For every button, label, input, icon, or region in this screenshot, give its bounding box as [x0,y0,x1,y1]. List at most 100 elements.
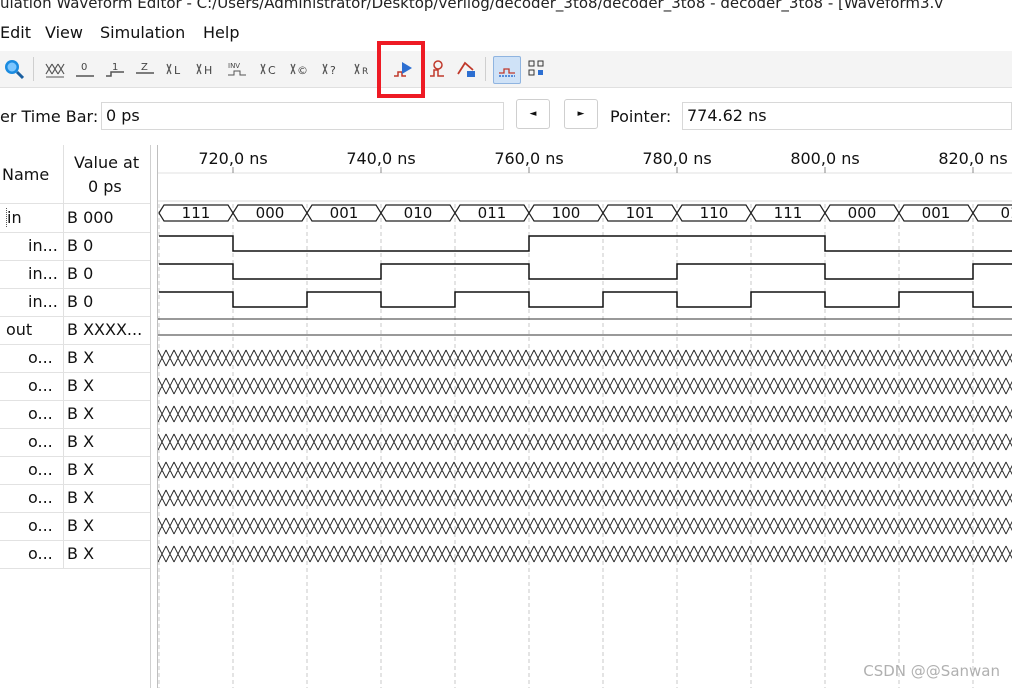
invert-icon[interactable]: INV [226,58,248,80]
force-low-icon[interactable]: 0 [74,58,96,80]
signal-row[interactable]: in... B 0 [0,260,150,289]
time-label: 720,0 ns [198,149,267,168]
random-value-icon[interactable]: R [352,58,374,80]
time-label: 820,0 ns [938,149,1007,168]
force-weak-low-icon[interactable]: L [164,58,186,80]
signal-row[interactable]: o... B X [0,512,150,541]
svg-text:L: L [174,64,181,77]
force-high-impedance-icon[interactable]: Z [134,58,156,80]
grid-settings-icon[interactable] [526,58,548,80]
signal-name: in... [28,264,58,283]
signal-row[interactable]: o... B X [0,456,150,485]
run-timing-simulation-icon[interactable] [426,58,448,80]
pointer-field[interactable]: 774.62 ns [682,102,1012,130]
signal-row[interactable]: o... B X [0,400,150,429]
signal-row[interactable]: o... B X [0,344,150,373]
bus-value-label: 010 [404,204,433,222]
signal-name: o... [28,348,53,367]
pointer-label: Pointer: [610,107,672,126]
svg-text:?: ? [330,64,336,77]
signal-value: B 0 [67,264,94,283]
bus-value-label: 110 [700,204,729,222]
force-high-icon[interactable]: 1 [104,58,126,80]
signal-row[interactable]: in... B 0 [0,232,150,261]
signal-row[interactable]: in... B 0 [0,288,150,317]
unknown-wave [157,433,1012,451]
unknown-wave [157,377,1012,395]
signal-value: B 0 [67,292,94,311]
bus-value-label: 011 [478,204,507,222]
force-unknown-icon[interactable] [44,58,66,80]
signal-row[interactable]: in B 000 [0,204,150,233]
signal-row[interactable]: o... B X [0,372,150,401]
time-label: 760,0 ns [494,149,563,168]
svg-text:H: H [204,64,212,77]
signal-wave [159,291,1012,308]
bus-value-label: 111 [774,204,803,222]
name-column-header[interactable]: Name [0,145,63,204]
signal-name: o... [28,488,53,507]
signal-row[interactable]: out B XXXX... [0,316,150,345]
unknown-wave [157,461,1012,479]
menu-help[interactable]: Help [203,23,239,42]
unknown-wave [157,405,1012,423]
clock-icon[interactable]: © [288,58,310,80]
signal-value: B X [67,376,95,395]
time-label: 780,0 ns [642,149,711,168]
signal-name: out [6,320,33,339]
menu-bar: Edit View Simulation Help [0,17,1012,49]
signal-wave [159,263,1012,280]
svg-text:Z: Z [141,62,148,73]
run-gate-level-simulation-icon[interactable] [455,58,477,80]
waveform-canvas[interactable]: 720,0 ns 740,0 ns 760,0 ns 780,0 ns 800,0 ns… [157,145,1012,688]
signal-value: B 0 [67,236,94,255]
time-label: 800,0 ns [790,149,859,168]
menu-edit[interactable]: Edit [0,23,31,42]
signal-name: o... [28,516,53,535]
signal-value: B X [67,348,95,367]
signal-value: B X [67,460,95,479]
force-weak-high-icon[interactable]: H [194,58,216,80]
bus-value-label: 001 [922,204,951,222]
bus-value-label: 111 [182,204,211,222]
count-value-icon[interactable]: C [258,58,280,80]
signal-name: o... [28,404,53,423]
time-bar-row: er Time Bar: 0 ps ◄ ► Pointer: 774.62 ns [0,96,1012,136]
signal-value: B X [67,404,95,423]
signal-value: B X [67,488,95,507]
menu-simulation[interactable]: Simulation [100,23,185,42]
toolbar: 0 1 Z L H INV C © ? R [0,51,1012,88]
menu-view[interactable]: View [45,23,83,42]
svg-text:INV: INV [228,62,240,70]
prev-transition-button[interactable]: ◄ [516,99,550,129]
signal-name: in [6,208,22,227]
signal-row[interactable]: o... B X [0,484,150,513]
signal-value: B X [67,544,95,563]
signal-name: o... [28,460,53,479]
window-title: ulation Waveform Editor - C:/Users/Admin… [0,0,1012,12]
next-transition-button[interactable]: ► [564,99,598,129]
signal-name: o... [28,544,53,563]
value-column-header[interactable]: Value at 0 ps [64,145,150,204]
highlight-box [377,41,425,98]
signal-row[interactable]: o... B X [0,428,150,457]
signal-value: B 000 [67,208,114,227]
signal-value: B X [67,432,95,451]
zoom-icon[interactable] [2,58,24,80]
unknown-wave [157,349,1012,367]
svg-text:C: C [268,64,276,77]
arbitrary-value-icon[interactable]: ? [320,58,342,80]
signal-list-pane: Name Value at 0 ps in B 000 in... B 0 in... B… [0,145,151,688]
signal-value: B XXXX... [67,320,143,339]
signal-name: o... [28,432,53,451]
signal-name: in... [28,292,58,311]
bus-value-label: 001 [330,204,359,222]
snap-to-grid-icon[interactable] [493,56,521,84]
svg-text:©: © [297,64,308,77]
svg-text:0: 0 [81,62,87,73]
master-time-bar-field[interactable]: 0 ps [101,102,504,130]
waveform-pane[interactable]: 720,0 ns 740,0 ns 760,0 ns 780,0 ns 800,0 ns… [157,145,1012,688]
signal-row[interactable]: o... B X [0,540,150,569]
bus-value-label: 000 [848,204,877,222]
signal-value: B X [67,516,95,535]
